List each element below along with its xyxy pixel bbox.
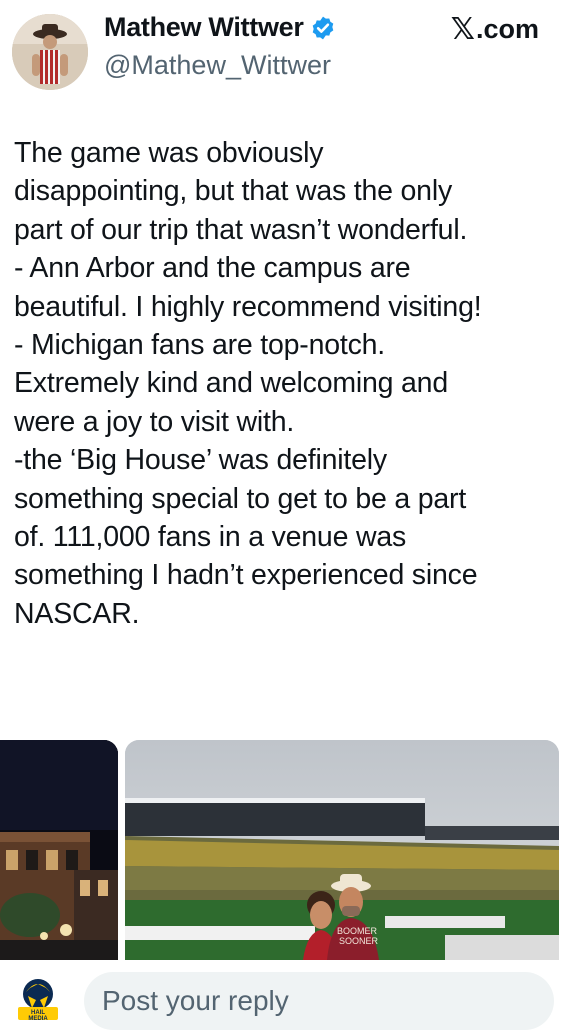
- author-display-name[interactable]: Mathew Wittwer: [104, 12, 304, 43]
- media-photo-right[interactable]: BOOMER SOONER: [125, 740, 559, 960]
- author-handle[interactable]: @Mathew_Wittwer: [104, 50, 331, 81]
- reply-bar: HAIL MEDIA Post your reply: [0, 960, 569, 1030]
- media-photo-left[interactable]: [0, 740, 118, 960]
- source-domain: .com: [475, 14, 539, 44]
- hail-media-logo-icon: HAIL MEDIA: [18, 979, 58, 1022]
- stadium-selfie-photo-icon: BOOMER SOONER: [125, 740, 559, 960]
- reply-input[interactable]: Post your reply: [84, 972, 554, 1030]
- x-logo-icon: 𝕏: [450, 12, 475, 47]
- night-street-photo-icon: [0, 740, 118, 960]
- source-label: 𝕏 .com: [451, 12, 539, 47]
- verified-badge-icon: [312, 16, 333, 39]
- shirt-text: BOOMER: [337, 926, 378, 936]
- tweet-text: The game was obviously disappointing, bu…: [14, 137, 482, 630]
- reply-avatar[interactable]: HAIL MEDIA: [14, 974, 62, 1022]
- tweet-header: Mathew Wittwer @Mathew_Wittwer 𝕏 .com: [0, 0, 569, 100]
- profile-photo-icon: [12, 14, 88, 90]
- svg-text:MEDIA: MEDIA: [28, 1016, 48, 1022]
- shirt-text-2: SOONER: [339, 936, 379, 946]
- author-avatar[interactable]: [12, 14, 88, 90]
